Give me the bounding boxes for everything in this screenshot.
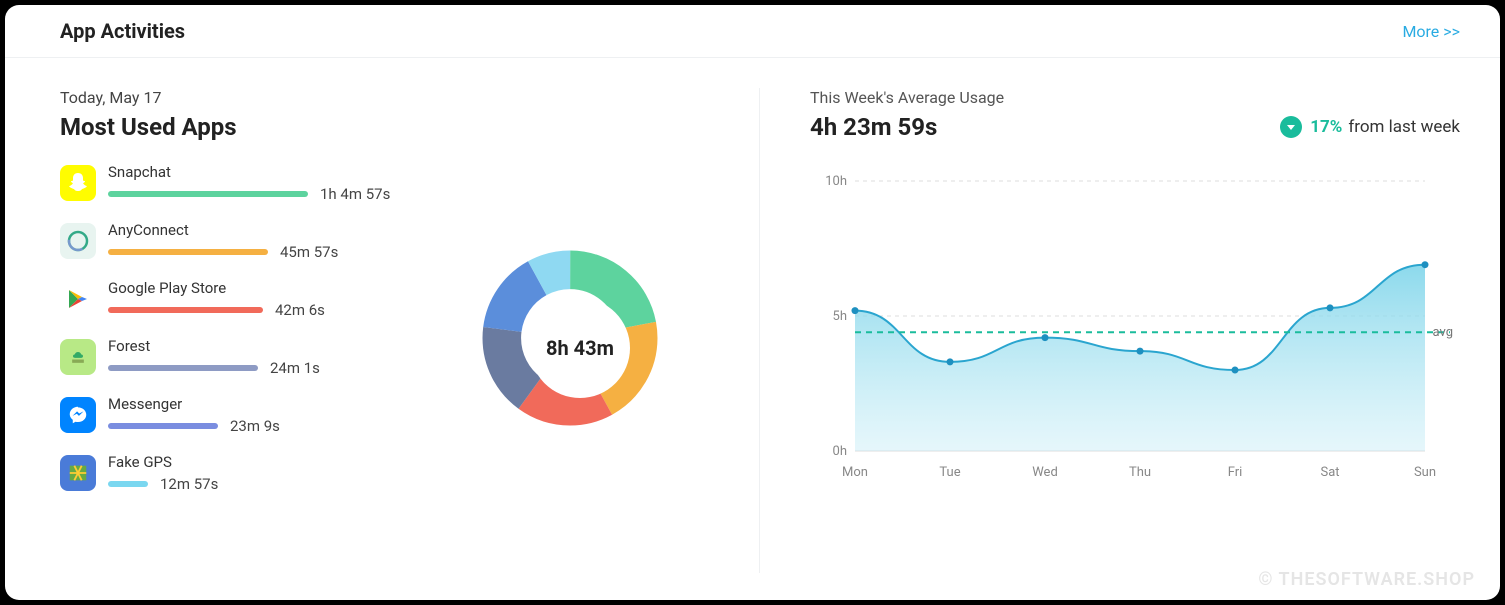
weekly-line-chart: 10h 5h 0h avg Mon Tue Wed Thu Fri Sat Sun: [810, 171, 1460, 491]
app-name-label: Google Play Store: [108, 279, 408, 297]
app-icon: [60, 397, 96, 433]
svg-text:Thu: Thu: [1129, 465, 1151, 480]
app-bar-wrap: 45m 57s: [108, 243, 408, 261]
card-content: Today, May 17 Most Used Apps Snapchat 1h…: [5, 58, 1500, 593]
app-row[interactable]: Fake GPS 12m 57s: [60, 453, 719, 493]
usage-bar: [108, 307, 263, 313]
app-icon: [60, 455, 96, 491]
app-bar-wrap: 24m 1s: [108, 359, 408, 377]
svg-text:Mon: Mon: [842, 465, 868, 480]
app-row[interactable]: Snapchat 1h 4m 57s: [60, 163, 719, 203]
card-title: App Activities: [60, 19, 185, 43]
watermark-text: © THESOFTWARE.SHOP: [1258, 569, 1475, 590]
app-bar-wrap: 1h 4m 57s: [108, 185, 408, 203]
app-info: Snapchat 1h 4m 57s: [108, 163, 408, 203]
usage-bar: [108, 191, 308, 197]
svg-text:Sun: Sun: [1414, 465, 1436, 480]
trend-text: from last week: [1348, 117, 1460, 137]
usage-bar: [108, 249, 268, 255]
arrow-down-icon: [1280, 116, 1302, 138]
app-info: Messenger 23m 9s: [108, 395, 408, 435]
svg-text:0h: 0h: [833, 444, 847, 459]
app-icon: [60, 223, 96, 259]
app-name-label: Forest: [108, 337, 408, 355]
app-time-label: 42m 6s: [275, 301, 325, 319]
app-info: AnyConnect 45m 57s: [108, 221, 408, 261]
app-time-label: 12m 57s: [160, 475, 218, 493]
weekly-subtitle: This Week's Average Usage: [810, 88, 1460, 107]
weekly-usage-panel: This Week's Average Usage 4h 23m 59s 17%…: [760, 88, 1460, 573]
app-info: Forest 24m 1s: [108, 337, 408, 377]
app-icon: [60, 339, 96, 375]
svg-text:Sat: Sat: [1320, 465, 1339, 480]
app-time-label: 24m 1s: [270, 359, 320, 377]
svg-text:avg: avg: [1433, 325, 1454, 340]
app-icon: [60, 281, 96, 317]
app-name-label: AnyConnect: [108, 221, 408, 239]
app-icon: [60, 165, 96, 201]
app-name-label: Messenger: [108, 395, 408, 413]
more-link[interactable]: More >>: [1402, 22, 1460, 41]
svg-text:Fri: Fri: [1228, 465, 1243, 480]
trend-indicator: 17% from last week: [1280, 116, 1460, 138]
most-used-panel: Today, May 17 Most Used Apps Snapchat 1h…: [60, 88, 760, 573]
usage-bar: [108, 423, 218, 429]
usage-bar: [108, 481, 148, 487]
avg-usage-value: 4h 23m 59s: [810, 113, 937, 141]
svg-text:5h: 5h: [833, 309, 847, 324]
donut-center-label: 8h 43m: [530, 298, 630, 398]
app-bar-wrap: 23m 9s: [108, 417, 408, 435]
app-info: Fake GPS 12m 57s: [108, 453, 408, 493]
date-label: Today, May 17: [60, 88, 719, 107]
app-time-label: 23m 9s: [230, 417, 280, 435]
donut-chart: 8h 43m: [480, 248, 680, 448]
app-info: Google Play Store 42m 6s: [108, 279, 408, 319]
usage-bar: [108, 365, 258, 371]
app-name-label: Fake GPS: [108, 453, 408, 471]
card-header: App Activities More >>: [5, 5, 1500, 58]
svg-text:Wed: Wed: [1032, 465, 1058, 480]
app-time-label: 45m 57s: [280, 243, 338, 261]
trend-percent: 17%: [1310, 117, 1342, 137]
svg-text:Tue: Tue: [939, 465, 960, 480]
app-bar-wrap: 12m 57s: [108, 475, 408, 493]
app-name-label: Snapchat: [108, 163, 408, 181]
app-activities-card: App Activities More >> Today, May 17 Mos…: [5, 5, 1500, 600]
svg-text:10h: 10h: [825, 174, 847, 189]
app-bar-wrap: 42m 6s: [108, 301, 408, 319]
avg-row: 4h 23m 59s 17% from last week: [810, 113, 1460, 141]
most-used-title: Most Used Apps: [60, 113, 719, 141]
app-time-label: 1h 4m 57s: [320, 185, 390, 203]
